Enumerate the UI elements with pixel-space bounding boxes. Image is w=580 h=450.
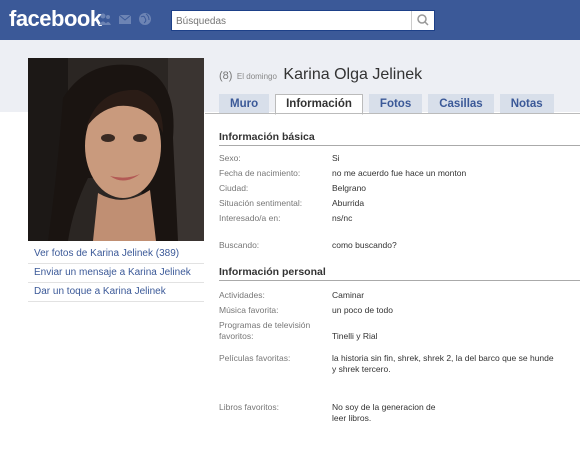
info-value: Caminar: [332, 290, 365, 300]
info-value: Tinelli y Rial: [332, 331, 378, 341]
info-label: Fecha de nacimiento:: [219, 168, 301, 178]
info-label: Buscando:: [219, 240, 260, 250]
search-icon[interactable]: [411, 11, 434, 30]
tab-divider: [205, 113, 580, 114]
personal-info-section: Información personal: [219, 266, 580, 281]
top-icons: [98, 12, 152, 26]
info-label: Programas de televisión favoritos:: [219, 320, 311, 341]
info-value: como buscando?: [332, 240, 397, 250]
info-value: la historia sin fin, shrek, shrek 2, la …: [332, 353, 554, 374]
profile-tabs: Muro Información Fotos Casillas Notas: [219, 94, 560, 115]
info-label: Películas favoritas:: [219, 353, 291, 363]
facebook-logo[interactable]: facebook: [9, 6, 102, 32]
info-value: no me acuerdo fue hace un monton: [332, 168, 467, 178]
tab-wall[interactable]: Muro: [219, 94, 270, 114]
messages-icon[interactable]: [118, 12, 132, 26]
notification-count[interactable]: (8): [219, 70, 232, 82]
view-photos-link[interactable]: Ver fotos de Karina Jelinek (389): [28, 245, 204, 264]
profile-name-bar: (8) El domingo Karina Olga Jelinek: [219, 66, 422, 84]
send-message-link[interactable]: Enviar un mensaje a Karina Jelinek: [28, 264, 204, 283]
tab-info[interactable]: Información: [275, 94, 363, 115]
info-label: Música favorita:: [219, 305, 279, 315]
info-label: Interesado/a en:: [219, 213, 281, 223]
info-value: Belgrano: [332, 183, 367, 193]
profile-actions: Ver fotos de Karina Jelinek (389) Enviar…: [28, 245, 204, 302]
info-label: Libros favoritos:: [219, 402, 279, 412]
search-box: [171, 10, 435, 31]
status-time: El domingo: [236, 72, 277, 81]
info-value: No soy de la generacion de leer libros.: [332, 402, 436, 423]
profile-name: Karina Olga Jelinek: [283, 66, 423, 83]
globe-icon[interactable]: [138, 12, 152, 26]
info-value: Si: [332, 153, 340, 163]
info-label: Ciudad:: [219, 183, 249, 193]
profile-photo[interactable]: [28, 58, 204, 241]
section-title: Información personal: [219, 266, 580, 281]
info-label: Sexo:: [219, 153, 241, 163]
poke-link[interactable]: Dar un toque a Karina Jelinek: [28, 283, 204, 302]
tab-photos[interactable]: Fotos: [368, 94, 423, 114]
search-input[interactable]: [172, 12, 406, 31]
info-value: Aburrida: [332, 198, 365, 208]
basic-info-section: Información básica: [219, 131, 580, 146]
info-label: Situación sentimental:: [219, 198, 303, 208]
section-title: Información básica: [219, 131, 580, 146]
tab-notes[interactable]: Notas: [499, 94, 554, 114]
info-label: Actividades:: [219, 290, 265, 300]
tab-boxes[interactable]: Casillas: [428, 94, 494, 114]
top-bar: facebook: [0, 0, 580, 40]
info-value: ns/nc: [332, 213, 353, 223]
info-value: un poco de todo: [332, 305, 393, 315]
friends-icon[interactable]: [98, 12, 112, 26]
